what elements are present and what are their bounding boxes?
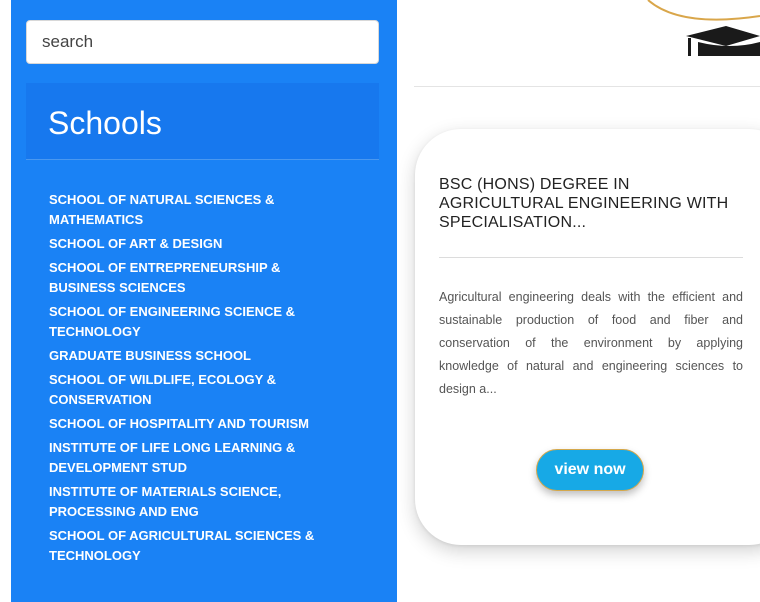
sidebar-item-agricultural[interactable]: SCHOOL OF AGRICULTURAL SCIENCES & TECHNO… (49, 526, 349, 566)
view-now-button[interactable]: view now (536, 449, 644, 491)
card-divider (439, 257, 743, 258)
sidebar: Schools SCHOOL OF NATURAL SCIENCES & MAT… (11, 0, 397, 602)
sidebar-item-natural-sciences[interactable]: SCHOOL OF NATURAL SCIENCES & MATHEMATICS (49, 190, 349, 230)
sidebar-item-wildlife[interactable]: SCHOOL OF WILDLIFE, ECOLOGY & CONSERVATI… (49, 370, 349, 410)
card-title[interactable]: BSC (HONS) DEGREE IN AGRICULTURAL ENGINE… (439, 175, 729, 232)
schools-title: Schools (48, 105, 162, 141)
sidebar-item-life-long-learning[interactable]: INSTITUTE OF LIFE LONG LEARNING & DEVELO… (49, 438, 349, 478)
program-card: BSC (HONS) DEGREE IN AGRICULTURAL ENGINE… (415, 129, 760, 545)
sidebar-item-materials-science[interactable]: INSTITUTE OF MATERIALS SCIENCE, PROCESSI… (49, 482, 349, 522)
card-description: Agricultural engineering deals with the … (439, 290, 743, 396)
school-list: SCHOOL OF NATURAL SCIENCES & MATHEMATICS… (49, 190, 349, 570)
header-divider (414, 86, 760, 87)
sidebar-item-art-design[interactable]: SCHOOL OF ART & DESIGN (49, 234, 349, 254)
logo (640, 0, 760, 60)
sidebar-item-entrepreneurship[interactable]: SCHOOL OF ENTREPRENEURSHIP & BUSINESS SC… (49, 258, 349, 298)
graduation-cap-icon (647, 0, 760, 56)
page: Schools SCHOOL OF NATURAL SCIENCES & MAT… (0, 0, 760, 602)
sidebar-item-engineering[interactable]: SCHOOL OF ENGINEERING SCIENCE & TECHNOLO… (49, 302, 349, 342)
sidebar-item-graduate-business[interactable]: GRADUATE BUSINESS SCHOOL (49, 346, 349, 366)
search-input[interactable] (26, 20, 379, 64)
sidebar-item-hospitality[interactable]: SCHOOL OF HOSPITALITY AND TOURISM (49, 414, 349, 434)
schools-header: Schools (26, 83, 379, 160)
